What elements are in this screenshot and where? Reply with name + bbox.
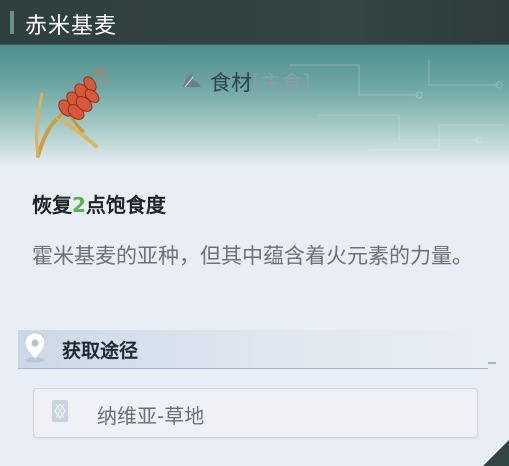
item-description: 霍米基麦的亚种，但其中蕴含着火元素的力量。 (32, 244, 473, 268)
title-bar: 赤米基麦 (0, 0, 509, 45)
divider-tick (488, 362, 496, 364)
item-effect: 恢复2点饱食度 (32, 189, 166, 218)
effect-prefix: 恢复 (32, 193, 72, 217)
effect-suffix: 点饱食度 (85, 193, 166, 217)
location-pin-icon (24, 332, 46, 363)
source-label: 获取途径 (62, 340, 139, 362)
red-wheat-icon (35, 68, 109, 158)
item-type-sub: [主食] (252, 71, 311, 95)
item-name: 赤米基麦 (25, 14, 118, 39)
item-type-main: 食材 (210, 71, 252, 95)
source-location-text: 纳维亚-草地 (97, 404, 205, 428)
item-type: 食材[主食] (210, 67, 310, 97)
title-accent-bar (10, 11, 14, 34)
circuit-pattern-decoration (289, 60, 504, 151)
food-ingredient-icon (183, 73, 201, 88)
region-emblem-icon (52, 400, 68, 422)
effect-value: 2 (72, 193, 86, 217)
item-tooltip-card: 赤米基麦 食材[主食] 恢复2点饱食度 霍米基麦的亚种，但其中蕴含着火元素的力量… (0, 0, 509, 466)
corner-decoration (483, 440, 509, 466)
